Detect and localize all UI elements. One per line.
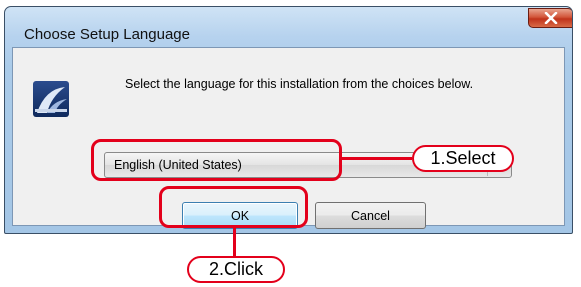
step1-callout: 1.Select bbox=[412, 145, 514, 172]
close-icon bbox=[544, 12, 558, 24]
close-button[interactable] bbox=[528, 8, 572, 28]
instruction-text: Select the language for this installatio… bbox=[125, 77, 474, 91]
ok-highlight bbox=[159, 186, 308, 228]
step2-callout: 2.Click bbox=[187, 256, 285, 283]
select-highlight bbox=[91, 139, 342, 181]
installer-icon bbox=[33, 81, 69, 117]
click-connector bbox=[233, 228, 236, 256]
select-connector bbox=[340, 157, 412, 160]
cancel-button[interactable]: Cancel bbox=[315, 202, 426, 229]
window-title: Choose Setup Language bbox=[24, 26, 190, 43]
